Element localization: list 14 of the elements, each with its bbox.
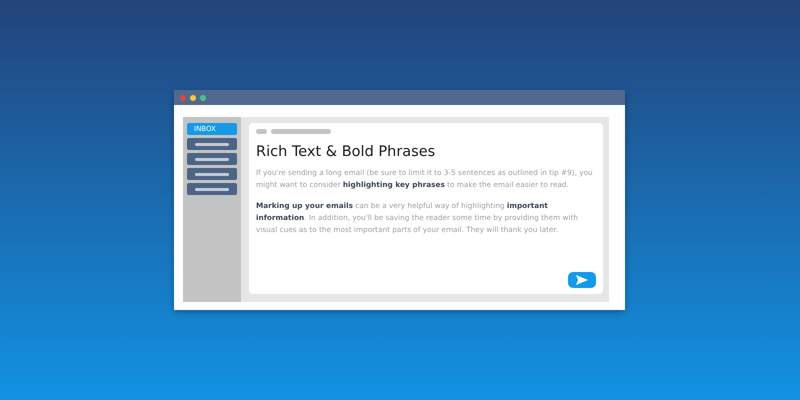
placeholder-bar	[256, 129, 267, 134]
placeholder-bar	[271, 129, 331, 134]
placeholder-line	[195, 142, 229, 146]
sidebar-item[interactable]	[187, 138, 237, 150]
send-icon	[576, 275, 588, 285]
sidebar-item[interactable]	[187, 168, 237, 180]
sidebar-item[interactable]	[187, 183, 237, 195]
placeholder-line	[195, 188, 229, 190]
placeholder-line	[195, 172, 229, 176]
placeholder-line	[195, 158, 229, 160]
sidebar-item[interactable]	[187, 153, 237, 165]
email-heading: Rich Text & Bold Phrases	[256, 144, 436, 160]
send-button[interactable]	[568, 272, 596, 288]
window-controls-icon[interactable]	[179, 94, 209, 102]
